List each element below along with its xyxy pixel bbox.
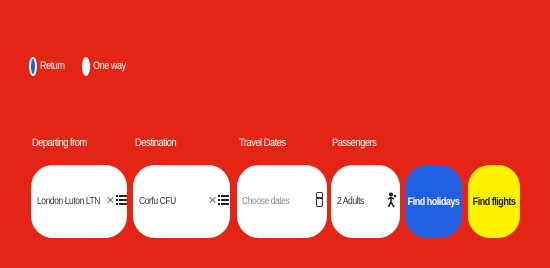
find-flights-label: Find flights	[472, 195, 516, 208]
destination-field[interactable]: Corfu CFU ✕	[133, 165, 230, 238]
close-icon[interactable]: ✕	[106, 194, 115, 207]
travel-dates-placeholder: Choose dates	[242, 196, 290, 207]
one-way-radio-option[interactable]: One way	[82, 56, 133, 76]
departing-from-value: London Luton LTN	[37, 196, 100, 207]
find-holidays-button[interactable]: Find holidays	[405, 165, 462, 238]
one-way-radio-label: One way	[93, 60, 126, 72]
destination-label: Destination	[135, 137, 177, 149]
find-holidays-label: Find holidays	[407, 195, 460, 208]
travel-dates-field[interactable]: Choose dates	[237, 165, 327, 238]
travel-dates-label: Travel Dates	[239, 137, 286, 149]
passengers-label: Passengers	[332, 137, 377, 149]
passengers-field[interactable]: 2 Adults	[331, 165, 400, 238]
departing-from-label: Departing from	[32, 137, 87, 149]
find-flights-button[interactable]: Find flights	[468, 165, 520, 238]
person-icon	[387, 192, 397, 208]
return-radio-option[interactable]: Return	[29, 56, 70, 76]
calendar-icon[interactable]	[316, 192, 323, 207]
destination-value: Corfu CFU	[139, 196, 176, 207]
one-way-radio[interactable]	[82, 56, 91, 76]
departing-from-field[interactable]: London Luton LTN ✕	[31, 165, 127, 238]
list-icon[interactable]	[218, 195, 229, 208]
list-icon[interactable]	[116, 195, 127, 208]
return-radio[interactable]	[29, 56, 37, 76]
search-panel: Return One way Departing from Destinatio…	[0, 0, 550, 268]
return-radio-label: Return	[40, 60, 65, 72]
close-icon[interactable]: ✕	[208, 194, 217, 207]
passengers-value: 2 Adults	[337, 196, 364, 207]
trip-type-selector: Return One way	[29, 55, 145, 77]
